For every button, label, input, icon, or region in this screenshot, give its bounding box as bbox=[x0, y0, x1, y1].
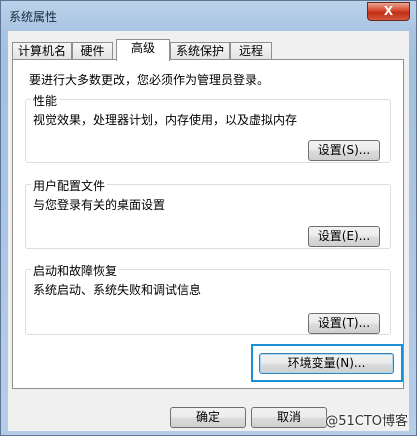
close-button[interactable]: X bbox=[367, 2, 410, 21]
title-bar[interactable]: 系统属性 X bbox=[1, 1, 416, 29]
tab-advanced[interactable]: 高级 bbox=[116, 39, 170, 61]
close-icon: X bbox=[383, 4, 394, 18]
system-properties-window: 系统属性 X 计算机名 硬件 高级 系统保护 远程 要进行大多数更改，您必须作为… bbox=[0, 0, 417, 436]
tab-system-protection[interactable]: 系统保护 bbox=[170, 42, 230, 60]
user-profiles-title: 用户配置文件 bbox=[31, 177, 108, 194]
performance-settings-button[interactable]: 设置(S)... bbox=[308, 140, 380, 161]
startup-recovery-title: 启动和故障恢复 bbox=[31, 262, 120, 279]
ok-button[interactable]: 确定 bbox=[170, 407, 246, 428]
startup-recovery-settings-button[interactable]: 设置(T)... bbox=[308, 313, 380, 334]
performance-description: 视觉效果，处理器计划，内存使用，以及虚拟内存 bbox=[33, 113, 298, 127]
tab-computer-name[interactable]: 计算机名 bbox=[12, 42, 72, 60]
startup-recovery-group: 启动和故障恢复 系统启动、系统失败和调试信息 设置(T)... bbox=[25, 262, 391, 335]
watermark: @51CTO博客 bbox=[325, 414, 408, 429]
tab-hardware[interactable]: 硬件 bbox=[72, 42, 113, 60]
window-title: 系统属性 bbox=[9, 10, 58, 24]
performance-title: 性能 bbox=[31, 92, 60, 109]
dialog-client-area: 计算机名 硬件 高级 系统保护 远程 要进行大多数更改，您必须作为管理员登录。 … bbox=[8, 31, 409, 431]
startup-recovery-description: 系统启动、系统失败和调试信息 bbox=[33, 283, 202, 297]
performance-group: 性能 视觉效果，处理器计划，内存使用，以及虚拟内存 设置(S)... bbox=[25, 92, 391, 163]
user-profiles-settings-button[interactable]: 设置(E)... bbox=[308, 226, 380, 247]
environment-variables-button[interactable]: 环境变量(N)... bbox=[259, 353, 394, 374]
user-profiles-group: 用户配置文件 与您登录有关的桌面设置 设置(E)... bbox=[25, 177, 391, 249]
admin-notice: 要进行大多数更改，您必须作为管理员登录。 bbox=[29, 73, 270, 87]
user-profiles-description: 与您登录有关的桌面设置 bbox=[33, 198, 166, 212]
cancel-button[interactable]: 取消 bbox=[251, 407, 327, 428]
tab-remote[interactable]: 远程 bbox=[230, 42, 272, 60]
